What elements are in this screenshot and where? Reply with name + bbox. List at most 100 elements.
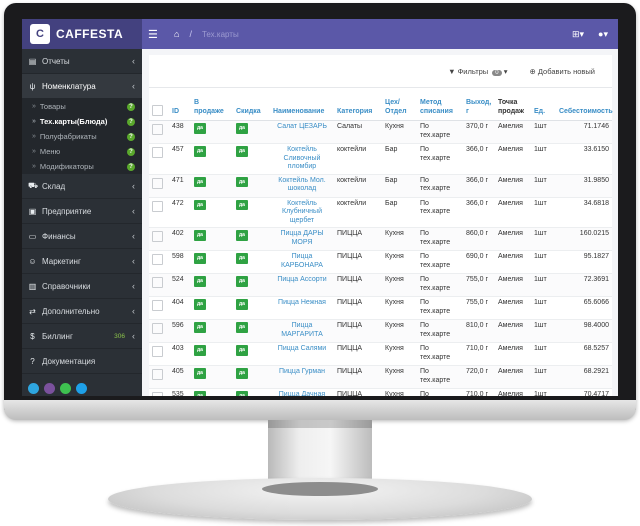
yes-badge[interactable]: да	[236, 276, 248, 287]
yes-badge[interactable]: да	[236, 176, 248, 187]
yes-badge[interactable]: да	[194, 299, 206, 310]
table-row[interactable]: 457 да да Коктейль Сливочный пломбир коктейл…	[149, 143, 612, 175]
table-row[interactable]: 403 да да Пицца Салями ПИЦЦА Кухня По тех.карт…	[149, 342, 612, 366]
sidebar-item-enterprise[interactable]: ▣ Предприятие ‹	[22, 199, 142, 224]
yes-badge[interactable]: да	[194, 345, 206, 356]
user-menu-icon[interactable]: ●▾	[598, 29, 608, 40]
row-checkbox[interactable]	[152, 200, 163, 212]
yes-badge[interactable]: да	[194, 176, 206, 187]
breadcrumb[interactable]: Тех.карты	[202, 30, 239, 39]
row-checkbox[interactable]	[152, 231, 163, 242]
cell-name[interactable]: Пицца Нежная	[270, 296, 334, 320]
col-method[interactable]: Метод списания	[417, 96, 463, 121]
yes-badge[interactable]: да	[236, 123, 248, 134]
col-unit[interactable]: Ед.	[531, 96, 556, 121]
home-icon[interactable]: ⌂	[174, 29, 179, 39]
brand[interactable]: C CAFFESTA	[22, 19, 142, 49]
yes-badge[interactable]: да	[194, 322, 206, 333]
table-row[interactable]: 438 да да Салат ЦЕЗАРЬ Салаты Кухня По тех.кар…	[149, 120, 612, 144]
select-all-checkbox[interactable]	[152, 105, 163, 116]
cell-name[interactable]: Пицца Дачная	[270, 388, 334, 396]
cell-name[interactable]: Пицца Ассорти	[270, 273, 334, 297]
yes-badge[interactable]: да	[236, 146, 248, 157]
sidebar-subitem-modifiers[interactable]: » Модификаторы ?	[22, 159, 142, 174]
whatsapp-icon[interactable]	[60, 383, 71, 394]
yes-badge[interactable]: да	[194, 123, 206, 134]
table-row[interactable]: 596 да да Пицца МАРГАРИТА ПИЦЦА Кухня По тех.к…	[149, 319, 612, 343]
cell-name[interactable]: Пицца МАРГАРИТА	[270, 319, 334, 343]
help-icon[interactable]: ?	[127, 147, 135, 156]
col-workshop[interactable]: Цех/ Отдел	[382, 96, 417, 121]
cell-name[interactable]: Пицца КАРБОНАРА	[270, 250, 334, 274]
yes-badge[interactable]: да	[236, 299, 248, 310]
table-row[interactable]: 405 да да Пицца Гурман ПИЦЦА Кухня По тех.карт…	[149, 365, 612, 389]
cell-name[interactable]: Коктейль Мол. шоколад	[270, 174, 334, 198]
row-checkbox[interactable]	[152, 124, 163, 135]
table-row[interactable]: 598 да да Пицца КАРБОНАРА ПИЦЦА Кухня По тех.к…	[149, 250, 612, 274]
row-checkbox[interactable]	[152, 147, 163, 158]
yes-badge[interactable]: да	[236, 345, 248, 356]
help-icon[interactable]: ?	[127, 102, 135, 111]
yes-badge[interactable]: да	[236, 199, 248, 210]
sidebar-item-additional[interactable]: ⇄ Дополнительно ‹	[22, 299, 142, 324]
col-on-sale[interactable]: В продаже	[191, 96, 233, 121]
yes-badge[interactable]: да	[194, 230, 206, 241]
yes-badge[interactable]: да	[194, 368, 206, 379]
row-checkbox[interactable]	[152, 323, 163, 334]
row-checkbox[interactable]	[152, 369, 163, 380]
yes-badge[interactable]: да	[194, 199, 206, 210]
yes-badge[interactable]: да	[194, 276, 206, 287]
row-checkbox[interactable]	[152, 300, 163, 311]
sidebar-subitem-goods[interactable]: » Товары ?	[22, 99, 142, 114]
sidebar-item-marketing[interactable]: ☺ Маркетинг ‹	[22, 249, 142, 274]
sidebar-subitem-menu[interactable]: » Меню ?	[22, 144, 142, 159]
col-id[interactable]: ID	[169, 96, 191, 121]
col-discount[interactable]: Скидка	[233, 96, 270, 121]
help-icon[interactable]: ?	[127, 117, 135, 126]
cell-name[interactable]: Пицца Салями	[270, 342, 334, 366]
sidebar-item-finance[interactable]: ▭ Финансы ‹	[22, 224, 142, 249]
add-new-button[interactable]: ⊕ Добавить новый	[523, 62, 603, 81]
table-row[interactable]: 402 да да Пицца ДАРЫ МОРЯ ПИЦЦА Кухня По тех.к…	[149, 227, 612, 251]
sidebar-subitem-techcards[interactable]: » Тех.карты(Блюда) ?	[22, 114, 142, 129]
skype-icon[interactable]	[76, 383, 87, 394]
help-icon[interactable]: ?	[127, 132, 135, 141]
row-checkbox[interactable]	[152, 177, 163, 189]
row-checkbox[interactable]	[152, 277, 163, 288]
col-name[interactable]: Наименование	[270, 96, 334, 121]
col-cost[interactable]: Себестоимость	[556, 96, 613, 121]
filters-button[interactable]: ▼ Фильтры 0 ▾	[441, 62, 514, 81]
sidebar-item-nomenclature[interactable]: ψ Номенклатура ‹	[22, 74, 142, 99]
col-yield[interactable]: Выход, г	[463, 96, 495, 121]
sidebar-item-documentation[interactable]: ? Документация	[22, 349, 142, 374]
col-category[interactable]: Категория	[334, 96, 382, 121]
row-checkbox[interactable]	[152, 392, 163, 396]
yes-badge[interactable]: да	[236, 322, 248, 333]
yes-badge[interactable]: да	[194, 253, 206, 264]
yes-badge[interactable]: да	[236, 391, 248, 396]
cell-name[interactable]: Салат ЦЕЗАРЬ	[270, 120, 334, 144]
sidebar-item-references[interactable]: ▥ Справочники ‹	[22, 274, 142, 299]
yes-badge[interactable]: да	[194, 146, 206, 157]
sidebar-item-warehouse[interactable]: ⛟ Склад ‹	[22, 174, 142, 199]
yes-badge[interactable]: да	[194, 391, 206, 396]
cell-name[interactable]: Коктейль Клубничный щербет	[270, 197, 334, 228]
hamburger-menu-icon[interactable]: ☰	[148, 28, 164, 41]
sidebar-subitem-semifinished[interactable]: » Полуфабрикаты ?	[22, 129, 142, 144]
table-row[interactable]: 535дадаПицца ДачнаяПИЦЦАКухняПо тех.карт…	[149, 388, 612, 396]
row-checkbox[interactable]	[152, 254, 163, 265]
cell-name[interactable]: Коктейль Сливочный пломбир	[270, 143, 334, 175]
table-row[interactable]: 404 да да Пицца Нежная ПИЦЦА Кухня По тех.карт…	[149, 296, 612, 320]
viber-icon[interactable]	[44, 383, 55, 394]
table-row[interactable]: 524 да да Пицца Ассорти ПИЦЦА Кухня По тех.кар…	[149, 273, 612, 297]
cell-name[interactable]: Пицца ДАРЫ МОРЯ	[270, 227, 334, 251]
row-checkbox[interactable]	[152, 346, 163, 357]
cell-name[interactable]: Пицца Гурман	[270, 365, 334, 389]
yes-badge[interactable]: да	[236, 253, 248, 264]
table-row[interactable]: 471 да да Коктейль Мол. шоколад коктейли Бар П…	[149, 174, 612, 198]
help-icon[interactable]: ?	[127, 162, 135, 171]
yes-badge[interactable]: да	[236, 230, 248, 241]
yes-badge[interactable]: да	[236, 368, 248, 379]
telegram-icon[interactable]	[28, 383, 39, 394]
sidebar-item-reports[interactable]: ▤ Отчеты ‹	[22, 49, 142, 74]
